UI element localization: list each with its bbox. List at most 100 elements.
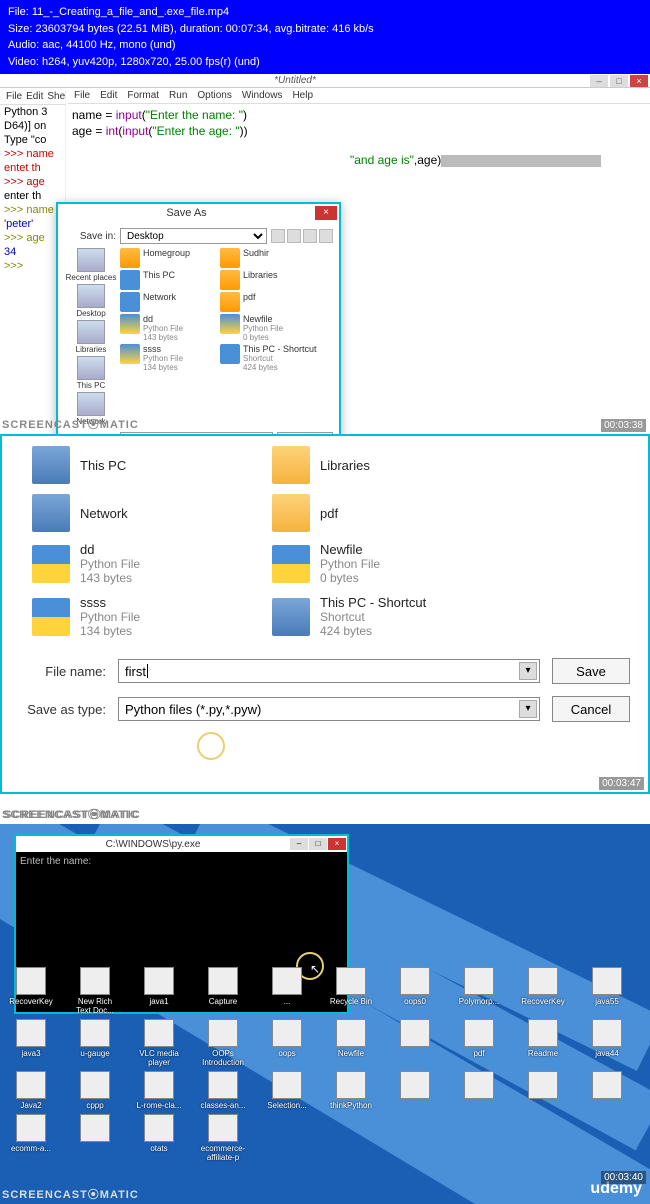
desktop-icon[interactable]: thinkPython bbox=[326, 1071, 376, 1110]
editor-menubar[interactable]: File Edit Format Run Options Windows Hel… bbox=[68, 88, 650, 104]
desktop-icon[interactable]: Capture bbox=[198, 967, 248, 1015]
file-item[interactable]: This PC - ShortcutShortcut424 bytes bbox=[272, 595, 492, 638]
file-item[interactable]: This PC bbox=[32, 446, 252, 484]
desktop-icon[interactable]: OOPs Introduction bbox=[198, 1019, 248, 1067]
desktop-icon[interactable] bbox=[582, 1071, 632, 1110]
desktop-icon[interactable] bbox=[390, 1019, 440, 1067]
saveas-title-text: Save As bbox=[58, 207, 315, 219]
big-cancel-button[interactable]: Cancel bbox=[552, 696, 630, 722]
file-item[interactable]: Libraries bbox=[220, 270, 320, 290]
file-item[interactable]: pdf bbox=[272, 494, 492, 532]
media-audio-line: Audio: aac, 44100 Hz, mono (und) bbox=[8, 37, 642, 54]
savein-select[interactable]: Desktop bbox=[120, 228, 267, 244]
desktop-icon[interactable]: java3 bbox=[6, 1019, 56, 1067]
desktop-icon[interactable]: ecomm-a... bbox=[6, 1114, 56, 1162]
menu-windows[interactable]: Windows bbox=[242, 90, 283, 101]
cmd-close[interactable]: × bbox=[328, 838, 346, 850]
newfolder-icon[interactable] bbox=[303, 229, 317, 243]
desktop-icon[interactable]: java1 bbox=[134, 967, 184, 1015]
desktop-icon[interactable]: RecoverKey bbox=[6, 967, 56, 1015]
file-item[interactable]: ddPython File 143 bytes bbox=[120, 314, 220, 342]
desktop-icon[interactable]: New Rich Text Doc... bbox=[70, 967, 120, 1015]
desktop-icon[interactable]: java44 bbox=[582, 1019, 632, 1067]
sidebar-thispc[interactable]: This PC bbox=[64, 356, 118, 390]
desktop-icon[interactable]: Java2 bbox=[6, 1071, 56, 1110]
desktop-icon[interactable]: pdf bbox=[454, 1019, 504, 1067]
file-item[interactable]: Network bbox=[32, 494, 252, 532]
big-save-button[interactable]: Save bbox=[552, 658, 630, 684]
editor-title: *Untitled* bbox=[0, 75, 590, 86]
sidebar-recent[interactable]: Recent places bbox=[64, 248, 118, 282]
file-item[interactable]: ssssPython File 134 bytes bbox=[120, 344, 220, 372]
saveas-sidebar: Recent places Desktop Libraries This PC … bbox=[64, 248, 118, 428]
file-item[interactable]: This PC bbox=[120, 270, 220, 290]
desktop-icon[interactable]: Newfile bbox=[326, 1019, 376, 1067]
maximize-button[interactable]: □ bbox=[610, 75, 628, 87]
screencast-watermark: SCREENCAST⦿MATIC bbox=[2, 416, 139, 432]
desktop-icon[interactable]: oops bbox=[262, 1019, 312, 1067]
menu-edit[interactable]: Edit bbox=[100, 90, 117, 101]
desktop-icon[interactable] bbox=[390, 1071, 440, 1110]
saveas-file-list[interactable]: HomegroupSudhirThis PCLibrariesNetworkpd… bbox=[120, 248, 333, 378]
desktop-icon[interactable]: L-rome-cla... bbox=[134, 1071, 184, 1110]
desktop-icon[interactable]: ... bbox=[262, 967, 312, 1015]
media-file-line: File: 11_-_Creating_a_file_and_.exe_file… bbox=[8, 4, 642, 21]
dropdown-icon[interactable]: ▾ bbox=[519, 700, 537, 718]
menu-help[interactable]: Help bbox=[292, 90, 313, 101]
cmd-minimize[interactable]: – bbox=[290, 838, 308, 850]
desktop-icon[interactable]: Readme bbox=[518, 1019, 568, 1067]
savein-label: Save in: bbox=[64, 231, 116, 242]
menu-options[interactable]: Options bbox=[197, 90, 231, 101]
desktop-icon[interactable]: u-gauge bbox=[70, 1019, 120, 1067]
desktop-icon[interactable]: cppp bbox=[70, 1071, 120, 1110]
big-file-list[interactable]: This PC Libraries Network pdf ddPython File1… bbox=[2, 436, 648, 648]
saveas-close-button[interactable]: × bbox=[315, 206, 337, 220]
desktop-icon[interactable]: Recycle Bin bbox=[326, 967, 376, 1015]
file-item[interactable]: Sudhir bbox=[220, 248, 320, 268]
file-item[interactable]: NewfilePython File0 bytes bbox=[272, 542, 492, 585]
minimize-button[interactable]: – bbox=[590, 75, 608, 87]
file-item[interactable]: Libraries bbox=[272, 446, 492, 484]
desktop-icon[interactable]: classes-an... bbox=[198, 1071, 248, 1110]
file-item[interactable]: ssssPython File134 bytes bbox=[32, 595, 252, 638]
cmd-title-text: C:\WINDOWS\py.exe bbox=[16, 839, 290, 850]
big-filename-input[interactable]: first▾ bbox=[118, 659, 540, 683]
code-editor[interactable]: name = input("Enter the name: ") age = i… bbox=[68, 104, 650, 173]
desktop-icon[interactable]: Selection... bbox=[262, 1071, 312, 1110]
desktop-icon[interactable]: RecoverKey bbox=[518, 967, 568, 1015]
saveas-titlebar[interactable]: Save As × bbox=[58, 204, 339, 222]
sidebar-libraries[interactable]: Libraries bbox=[64, 320, 118, 354]
file-item[interactable]: This PC - ShortcutShortcut 424 bytes bbox=[220, 344, 320, 372]
sidebar-desktop[interactable]: Desktop bbox=[64, 284, 118, 318]
menu-file[interactable]: File bbox=[74, 90, 90, 101]
desktop-icon[interactable]: Polymorp... bbox=[454, 967, 504, 1015]
up-icon[interactable] bbox=[287, 229, 301, 243]
menu-format[interactable]: Format bbox=[127, 90, 159, 101]
file-item[interactable]: Homegroup bbox=[120, 248, 220, 268]
file-item[interactable]: ddPython File143 bytes bbox=[32, 542, 252, 585]
timestamp-1: 00:03:38 bbox=[601, 419, 646, 432]
file-item[interactable]: pdf bbox=[220, 292, 320, 312]
desktop-icon[interactable] bbox=[454, 1071, 504, 1110]
desktop-icon[interactable]: otats bbox=[134, 1114, 184, 1162]
screencast-watermark-2: SCREENCAST⦿MATIC bbox=[2, 806, 139, 822]
cmd-titlebar[interactable]: C:\WINDOWS\py.exe – □ × bbox=[16, 836, 347, 852]
close-button[interactable]: × bbox=[630, 75, 648, 87]
file-item[interactable]: Network bbox=[120, 292, 220, 312]
desktop-icon[interactable]: java55 bbox=[582, 967, 632, 1015]
timestamp-2: 00:03:47 bbox=[599, 777, 644, 790]
file-item[interactable]: NewfilePython File 0 bytes bbox=[220, 314, 320, 342]
idle-editor-window: *Untitled* – □ × File Edit Format Run Op… bbox=[0, 74, 650, 173]
back-icon[interactable] bbox=[271, 229, 285, 243]
editor-titlebar[interactable]: *Untitled* – □ × bbox=[0, 74, 650, 88]
desktop-icon[interactable] bbox=[518, 1071, 568, 1110]
desktop-icon[interactable]: oops0 bbox=[390, 967, 440, 1015]
dropdown-icon[interactable]: ▾ bbox=[519, 662, 537, 680]
desktop-icon[interactable]: ecommerce-affiliate-p bbox=[198, 1114, 248, 1162]
menu-run[interactable]: Run bbox=[169, 90, 187, 101]
cmd-maximize[interactable]: □ bbox=[309, 838, 327, 850]
desktop-icon[interactable] bbox=[70, 1114, 120, 1162]
big-savetype-select[interactable]: Python files (*.py,*.pyw)▾ bbox=[118, 697, 540, 721]
view-icon[interactable] bbox=[319, 229, 333, 243]
desktop-icon[interactable]: VLC media player bbox=[134, 1019, 184, 1067]
